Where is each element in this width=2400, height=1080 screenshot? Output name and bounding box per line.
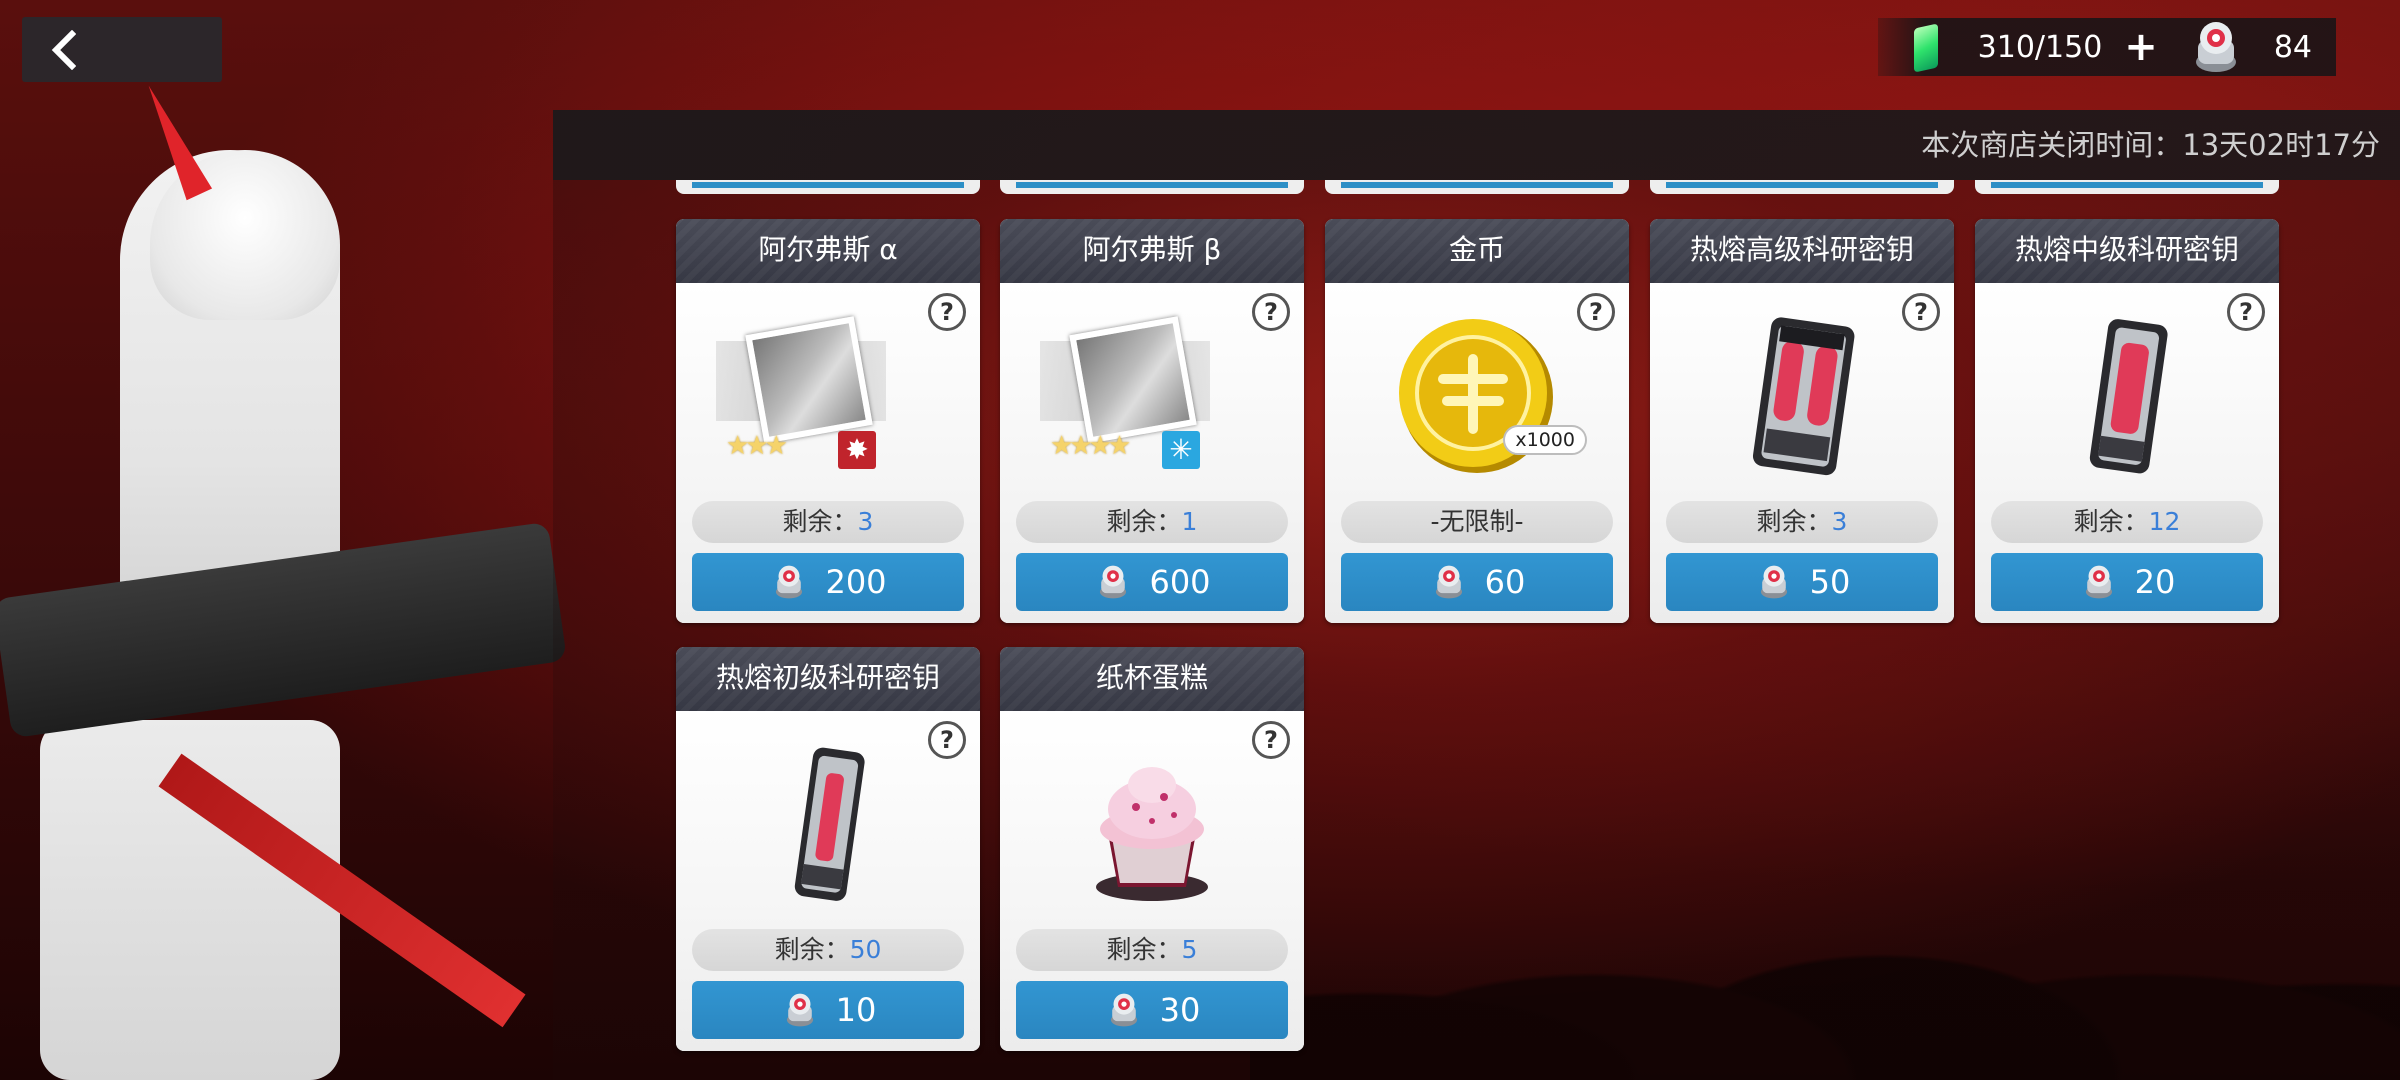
help-icon[interactable]: ? xyxy=(928,721,966,759)
special-coin-icon xyxy=(786,993,813,1027)
advanced-key-icon xyxy=(1752,317,1855,476)
resource-bar: 310/150 + 84 xyxy=(1877,18,2336,76)
help-icon[interactable]: ? xyxy=(2227,293,2265,331)
item-title: 热熔中级科研密钥 xyxy=(1975,219,2279,283)
price-value: 10 xyxy=(835,991,877,1029)
buy-button[interactable]: 20 xyxy=(1991,553,2263,611)
partial-card xyxy=(1000,180,1304,194)
help-icon[interactable]: ? xyxy=(1902,293,1940,331)
quantity-tag: x1000 xyxy=(1503,425,1587,455)
intermediate-key-icon xyxy=(2089,319,2168,474)
price-value: 60 xyxy=(1484,563,1526,601)
character-illustration xyxy=(0,0,568,1080)
item-title: 阿尔弗斯 β xyxy=(1000,219,1304,283)
partial-card xyxy=(1650,180,1954,194)
shop-close-label: 本次商店关闭时间： xyxy=(1921,128,2183,162)
energy-crystal-icon xyxy=(1908,20,1942,74)
cupcake-icon xyxy=(1096,767,1208,901)
shop-item-card[interactable]: 阿尔弗斯 α ? ★★★ ✸ 剩余：3 200 xyxy=(676,219,980,623)
help-icon[interactable]: ? xyxy=(1252,721,1290,759)
character-card-icon: ★★★★ ✳ xyxy=(1040,313,1210,469)
price-value: 200 xyxy=(825,563,887,601)
special-coin-icon xyxy=(1760,565,1787,599)
shop-close-time: 13天02时17分 xyxy=(2182,128,2380,162)
remaining-count: -无限制- xyxy=(1341,501,1613,543)
special-coin-icon xyxy=(2085,565,2112,599)
element-badge-icon: ✳ xyxy=(1162,431,1200,469)
character-card-icon: ★★★ ✸ xyxy=(716,313,886,469)
element-badge-icon: ✸ xyxy=(838,431,876,469)
special-coin-icon xyxy=(1100,565,1127,599)
partial-card xyxy=(1975,180,2279,194)
item-title: 热熔高级科研密钥 xyxy=(1650,219,1954,283)
special-coin-icon xyxy=(1435,565,1462,599)
shop-close-timer: 本次商店关闭时间：13天02时17分 xyxy=(1921,116,2380,174)
buy-button[interactable]: 200 xyxy=(692,553,964,611)
item-title: 金币 xyxy=(1325,219,1629,283)
star-rating: ★★★ xyxy=(726,431,788,461)
remaining-count: 剩余：50 xyxy=(692,929,964,971)
help-icon[interactable]: ? xyxy=(1252,293,1290,331)
shop-item-card[interactable]: 热熔高级科研密钥 ? 剩余：3 50 xyxy=(1650,219,1954,623)
currency-value: 84 xyxy=(2273,29,2312,65)
special-coin-icon xyxy=(2195,22,2236,72)
chevron-left-icon xyxy=(51,29,76,70)
buy-button[interactable]: 50 xyxy=(1666,553,1938,611)
special-coin-icon xyxy=(1110,993,1137,1027)
shop-item-card[interactable]: 热熔中级科研密钥 ? 剩余：12 20 xyxy=(1975,219,2279,623)
shop-item-card[interactable]: 纸杯蛋糕 ? 剩余：5 30 xyxy=(1000,647,1304,1051)
price-value: 30 xyxy=(1159,991,1201,1029)
shop-item-card[interactable]: 金币 ? x1000 -无限制- 60 xyxy=(1325,219,1629,623)
shop-item-card[interactable]: 热熔初级科研密钥 ? 剩余：50 10 xyxy=(676,647,980,1051)
buy-button[interactable]: 30 xyxy=(1016,981,1288,1039)
special-coin-icon xyxy=(776,565,803,599)
buy-button[interactable]: 60 xyxy=(1341,553,1613,611)
partial-card xyxy=(676,180,980,194)
buy-button[interactable]: 10 xyxy=(692,981,964,1039)
item-title: 阿尔弗斯 α xyxy=(676,219,980,283)
remaining-count: 剩余：1 xyxy=(1016,501,1288,543)
partial-card xyxy=(1325,180,1629,194)
basic-key-icon xyxy=(794,747,865,901)
price-value: 50 xyxy=(1809,563,1851,601)
add-energy-button[interactable]: + xyxy=(2124,27,2158,67)
back-button[interactable] xyxy=(22,17,222,82)
energy-value: 310/150 xyxy=(1977,29,2103,65)
star-rating: ★★★★ xyxy=(1050,431,1131,461)
help-icon[interactable]: ? xyxy=(928,293,966,331)
item-title: 热熔初级科研密钥 xyxy=(676,647,980,711)
remaining-count: 剩余：3 xyxy=(1666,501,1938,543)
price-value: 600 xyxy=(1149,563,1211,601)
remaining-count: 剩余：12 xyxy=(1991,501,2263,543)
item-title: 纸杯蛋糕 xyxy=(1000,647,1304,711)
price-value: 20 xyxy=(2134,563,2176,601)
help-icon[interactable]: ? xyxy=(1577,293,1615,331)
buy-button[interactable]: 600 xyxy=(1016,553,1288,611)
shop-item-card[interactable]: 阿尔弗斯 β ? ★★★★ ✳ 剩余：1 600 xyxy=(1000,219,1304,623)
remaining-count: 剩余：5 xyxy=(1016,929,1288,971)
remaining-count: 剩余：3 xyxy=(692,501,964,543)
